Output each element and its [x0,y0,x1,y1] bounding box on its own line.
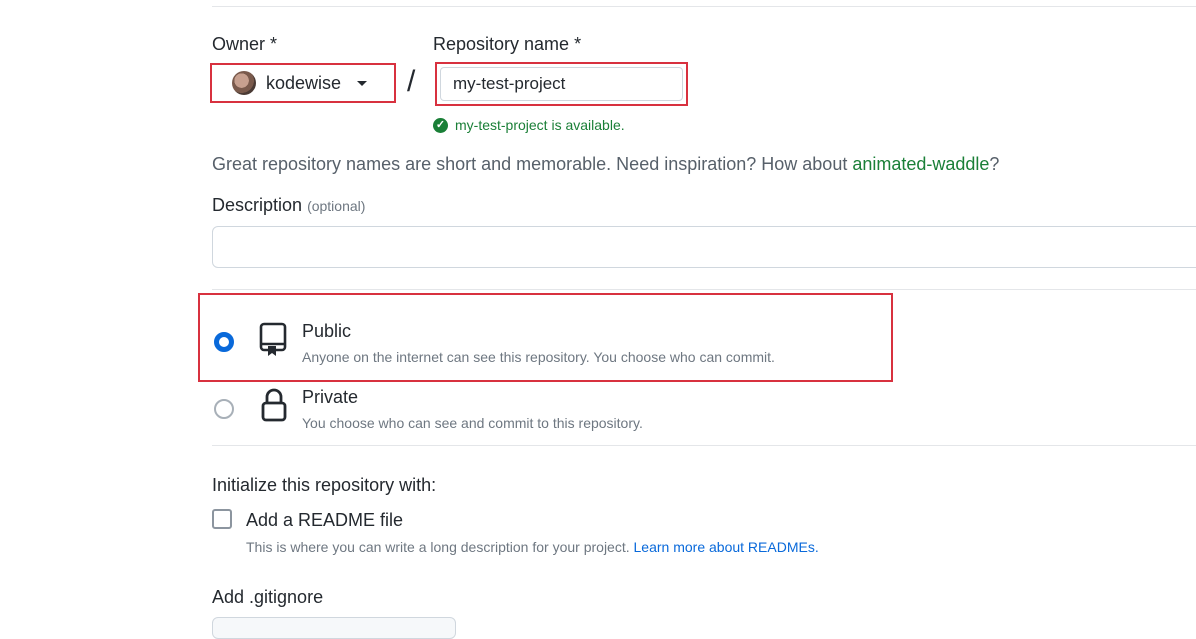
visibility-bottom-divider [212,445,1196,446]
readme-help-text: This is where you can write a long descr… [246,539,634,555]
readme-learn-more-link[interactable]: Learn more about READMEs. [634,539,819,555]
name-hint: Great repository names are short and mem… [212,154,999,175]
availability-message: ✓ my-test-project is available. [433,117,625,133]
hint-end: ? [989,154,1000,174]
private-subtitle: You choose who can see and commit to thi… [302,415,643,431]
public-radio[interactable] [214,332,234,352]
check-circle-icon: ✓ [433,117,448,133]
gitignore-label: Add .gitignore [212,587,324,607]
readme-help: This is where you can write a long descr… [246,539,819,555]
public-title: Public [302,321,352,341]
gitignore-template-select[interactable] [212,617,456,639]
public-subtitle: Anyone on the internet can see this repo… [302,349,775,365]
owner-dropdown[interactable]: kodewise [210,63,396,103]
owner-label: Owner * [212,34,278,54]
repo-icon [259,322,287,356]
optional-tag: (optional) [307,198,366,214]
readme-label[interactable]: Add a README file [246,510,403,531]
visibility-top-divider [212,289,1196,290]
hint-text: Great repository names are short and mem… [212,154,853,174]
repository-name-label: Repository name * [433,34,582,54]
private-title: Private [302,387,359,407]
suggestion-link[interactable]: animated-waddle [852,154,989,174]
availability-text: my-test-project is available. [455,117,625,133]
lock-icon [261,388,287,422]
description-label-text: Description [212,195,303,215]
caret-down-icon [357,80,368,86]
description-label: Description (optional) [212,195,365,216]
initialize-heading: Initialize this repository with: [212,475,437,495]
readme-checkbox[interactable] [212,509,232,529]
avatar [232,71,256,95]
private-radio[interactable] [214,399,234,419]
top-divider [212,6,1196,7]
owner-repo-separator: / [407,65,416,98]
repository-name-field-wrapper [435,62,688,106]
description-input[interactable] [212,226,1196,268]
owner-name: kodewise [266,72,342,93]
repository-name-input[interactable] [440,67,683,101]
